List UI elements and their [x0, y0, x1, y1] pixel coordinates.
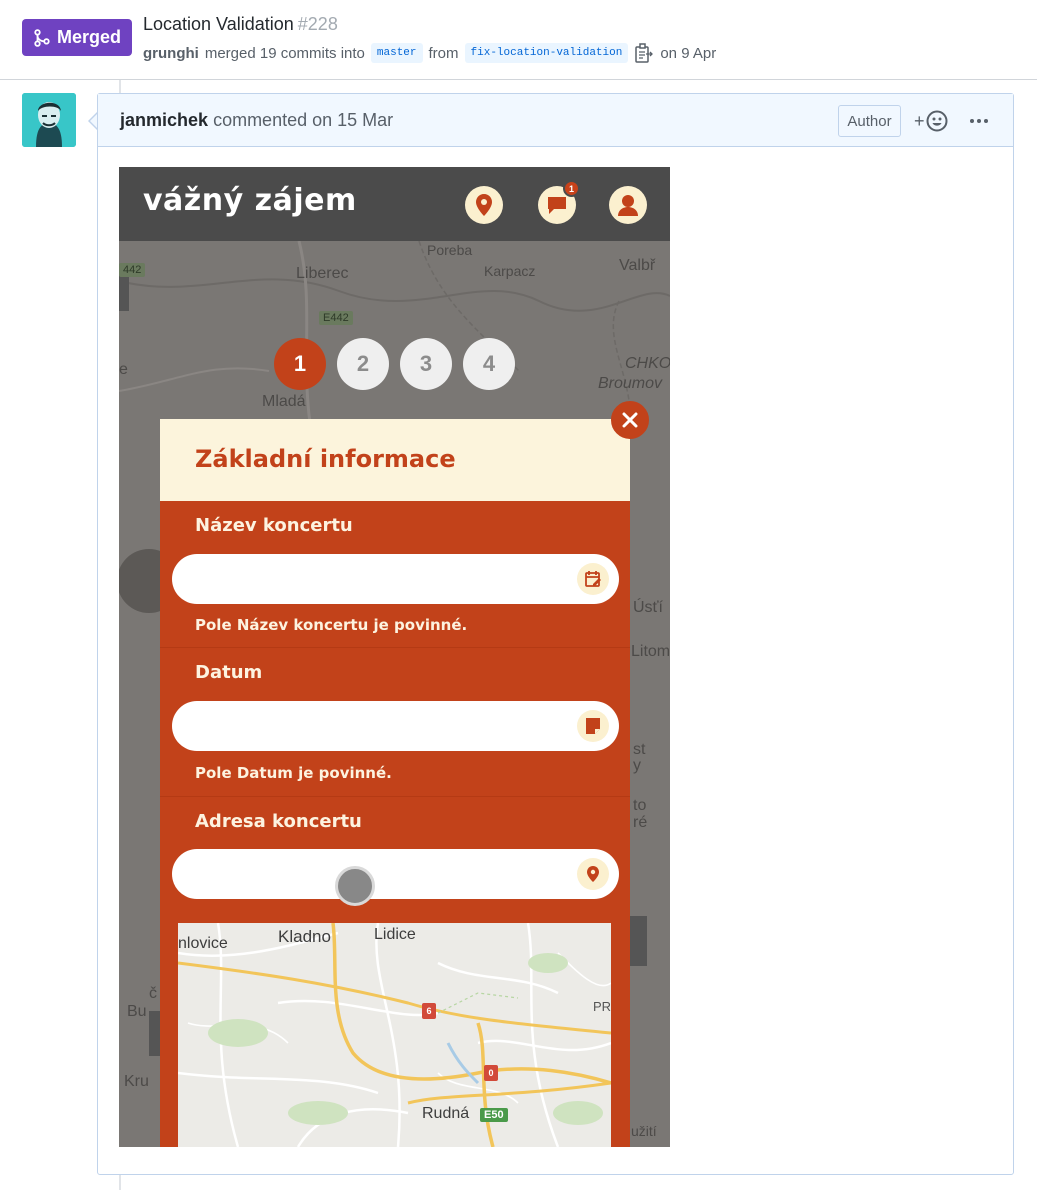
concert-name-input[interactable] — [172, 554, 619, 604]
location-pin-icon[interactable] — [577, 858, 609, 890]
more-options-button[interactable] — [966, 108, 992, 134]
map-label: č — [149, 985, 157, 1002]
pr-title: Location Validation #228 — [143, 14, 338, 35]
field-label-address: Adresa koncertu — [195, 811, 362, 832]
notification-badge: 1 — [563, 180, 580, 197]
highway-badge: 0 — [484, 1065, 498, 1081]
map-label: Poreba — [427, 242, 473, 258]
app-logo: vážný zájem — [143, 183, 357, 218]
separator — [160, 796, 630, 797]
author-label-badge: Author — [838, 105, 901, 137]
road-badge: 442 — [119, 263, 146, 277]
step-4[interactable]: 4 — [463, 338, 515, 390]
head-branch[interactable]: fix-location-validation — [464, 43, 629, 63]
comment-author-line: janmichek commented on 15 Mar — [120, 110, 393, 131]
map-label: Litom — [631, 643, 670, 660]
note-icon[interactable] — [577, 710, 609, 742]
map-label: Broumov — [598, 375, 663, 392]
minimap-label: Kladno — [278, 927, 331, 946]
smiley-icon — [926, 110, 948, 132]
pr-number: #228 — [297, 14, 338, 34]
minimap-label: Rudná — [422, 1105, 470, 1122]
merged-status-badge: Merged — [22, 19, 132, 56]
dot — [984, 119, 988, 123]
map-label: Mladá — [262, 393, 306, 410]
map-label: Kru — [124, 1073, 149, 1090]
close-icon — [622, 412, 638, 428]
address-input[interactable] — [172, 849, 619, 906]
comment-action-text: commented on 15 Mar — [213, 110, 394, 130]
highway-badge: 6 — [422, 1003, 436, 1019]
merger-link[interactable]: grunghi — [143, 45, 199, 62]
map-label: užití — [631, 1123, 657, 1139]
from-text: from — [428, 44, 459, 62]
dot — [977, 119, 981, 123]
map-label: Karpacz — [484, 263, 536, 279]
field-label-date: Datum — [195, 662, 263, 683]
calendar-edit-icon[interactable] — [577, 563, 609, 595]
pr-meta: grunghi merged 19 commits into master fr… — [143, 41, 716, 65]
date-input[interactable] — [172, 701, 619, 751]
step-3[interactable]: 3 — [400, 338, 452, 390]
field-error-concert-name: Pole Název koncertu je povinné. — [195, 616, 468, 634]
road-badge-e50: E50 — [480, 1108, 508, 1122]
step-1[interactable]: 1 — [274, 338, 326, 390]
map-label: CHKO — [625, 355, 670, 372]
copy-branch-icon[interactable] — [634, 43, 654, 63]
dot — [970, 119, 974, 123]
modal-title: Základní informace — [195, 445, 456, 473]
step-2[interactable]: 2 — [337, 338, 389, 390]
map-label: e — [119, 361, 128, 378]
avatar[interactable] — [22, 93, 76, 147]
pr-header: Merged Location Validation #228 grunghi m… — [0, 0, 1037, 80]
minimap-label: nlovice — [178, 935, 228, 952]
modal-close-button[interactable] — [611, 401, 649, 439]
user-icon[interactable] — [609, 186, 647, 224]
add-reaction-plus: + — [914, 110, 925, 131]
modal-header: Základní informace — [160, 419, 630, 501]
map-label: Liberec — [296, 265, 349, 282]
merge-date: on 9 Apr — [660, 44, 717, 62]
modal-basic-info: Základní informace Název koncertu Pole N… — [160, 419, 630, 1147]
loading-spinner — [335, 866, 375, 906]
map-label: Bu — [127, 1003, 147, 1020]
field-label-concert-name: Název koncertu — [195, 515, 353, 536]
map-label: y — [633, 757, 641, 774]
embedded-app-screenshot: Poreba Liberec Karpacz Valbř E442 Mladá … — [119, 167, 670, 1147]
merge-icon — [34, 28, 50, 47]
minimap-label: PRA — [593, 999, 611, 1014]
base-branch[interactable]: master — [370, 43, 423, 63]
map-label: ré — [633, 814, 648, 831]
add-reaction-button[interactable]: + — [914, 108, 954, 134]
minimap-label: Lidice — [374, 926, 416, 943]
app-topbar: vážný zájem 1 — [119, 167, 670, 241]
map-label: Valbř — [619, 257, 656, 274]
merge-text: merged 19 commits into — [204, 44, 365, 62]
address-map[interactable]: Kladno Lidice nlovice Rudná PRA 6 0 E50 — [178, 923, 611, 1147]
separator — [160, 647, 630, 648]
merged-status-label: Merged — [56, 27, 121, 47]
road-badge: E442 — [319, 311, 353, 325]
field-error-date: Pole Datum je povinné. — [195, 764, 392, 782]
comment-author-link[interactable]: janmichek — [120, 110, 208, 130]
map-label: to — [633, 797, 647, 814]
map-label: Úsťí — [633, 599, 663, 616]
comment-header: janmichek commented on 15 Mar Author + — [98, 94, 1013, 147]
location-pin-icon[interactable] — [465, 186, 503, 224]
pr-title-text: Location Validation — [143, 14, 294, 34]
